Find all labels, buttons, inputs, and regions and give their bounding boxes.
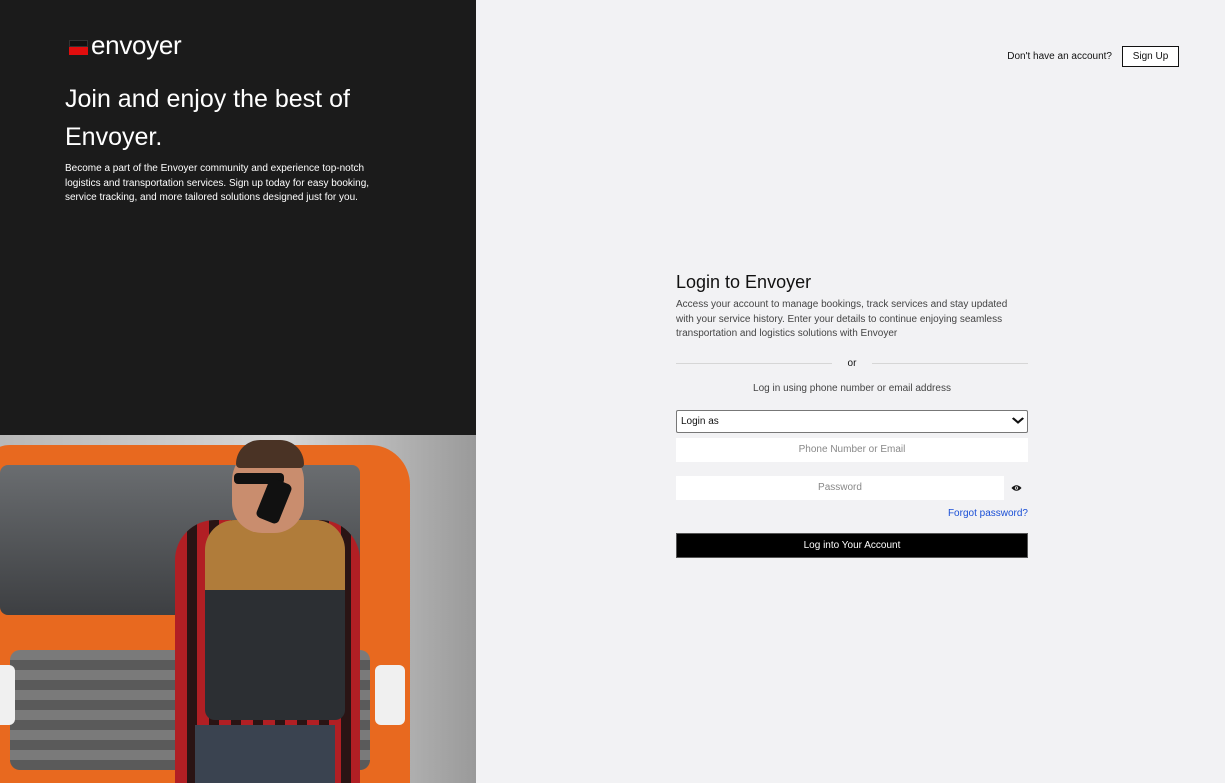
divider-text: or bbox=[847, 357, 857, 369]
hero-photo bbox=[0, 435, 476, 783]
login-subtitle: Access your account to manage bookings, … bbox=[676, 299, 1008, 339]
eye-icon[interactable] bbox=[1004, 476, 1028, 500]
login-as-select[interactable]: Login as bbox=[676, 409, 1028, 433]
logo-icon bbox=[69, 39, 88, 55]
hero-panel: envoyer Join and enjoy the best of Envoy… bbox=[0, 0, 476, 783]
password-row: Password bbox=[676, 475, 1028, 500]
or-divider: or bbox=[676, 358, 1028, 369]
login-button[interactable]: Log into Your Account bbox=[676, 532, 1028, 558]
forgot-password-link[interactable]: Forgot password? bbox=[676, 508, 1028, 519]
signup-question: Don't have an account? bbox=[1007, 51, 1112, 62]
signup-button[interactable]: Sign Up bbox=[1122, 46, 1179, 67]
password-input[interactable]: Password bbox=[676, 475, 1004, 500]
login-form: Login to Envoyer Access your account to … bbox=[676, 272, 1028, 558]
brand-name: envoyer bbox=[91, 30, 182, 60]
brand-logo[interactable]: envoyer bbox=[69, 30, 182, 60]
login-title: Login to Envoyer bbox=[676, 272, 812, 292]
login-as-value: Login as bbox=[681, 415, 719, 427]
login-hint: Log in using phone number or email addre… bbox=[753, 382, 951, 394]
chevron-down-icon bbox=[1011, 416, 1025, 426]
hero-description: Become a part of the Envoyer community a… bbox=[65, 163, 370, 203]
signup-prompt: Don't have an account? Sign Up bbox=[1007, 46, 1179, 67]
hero-headline: Join and enjoy the best of Envoyer. bbox=[65, 85, 350, 151]
identifier-input[interactable]: Phone Number or Email bbox=[676, 437, 1028, 462]
